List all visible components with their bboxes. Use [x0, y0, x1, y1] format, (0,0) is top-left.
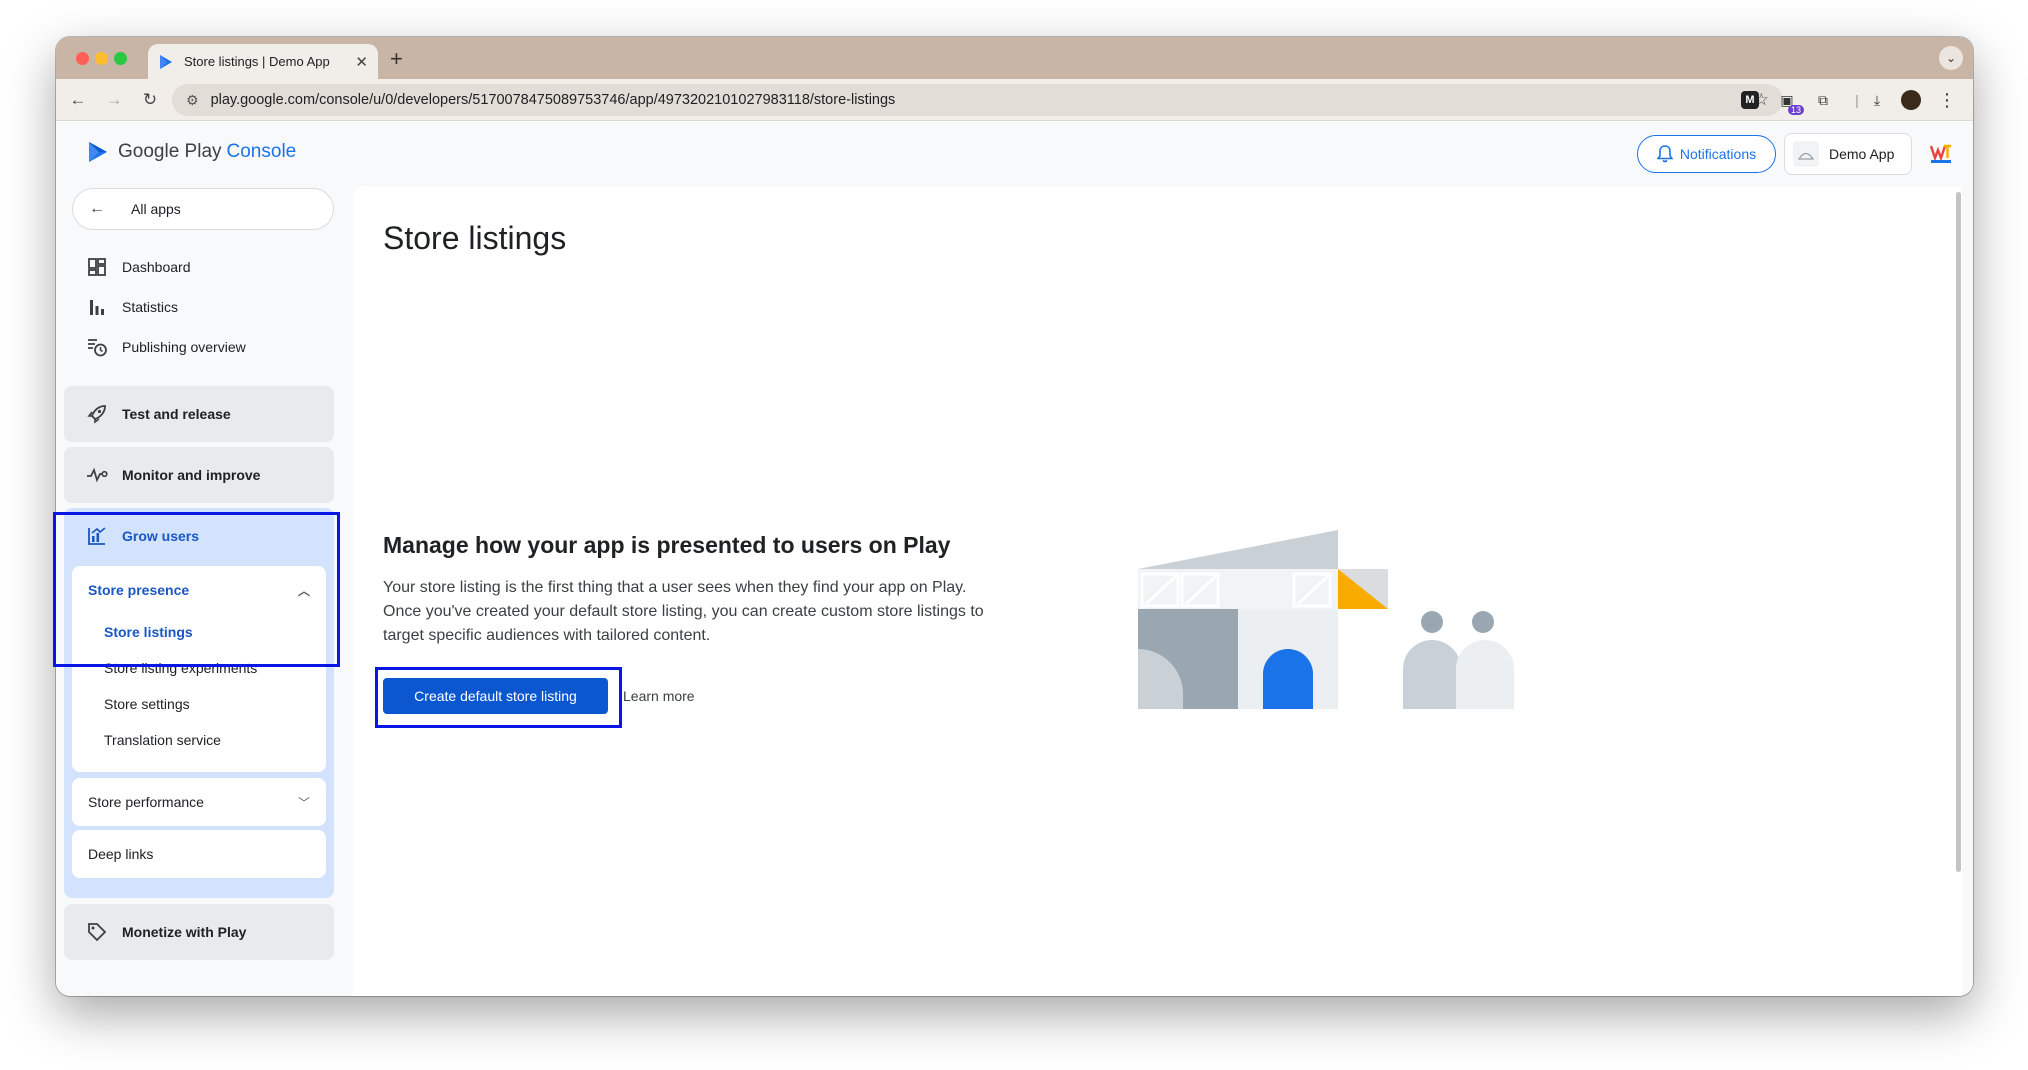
console-header: Google Play Console Notifications Demo Ap…: [56, 122, 1973, 186]
play-console-favicon-icon: [160, 54, 172, 69]
maximize-window-button[interactable]: [114, 52, 127, 65]
highlight-create-listing-box: [375, 667, 622, 728]
chevron-down-icon: ﹀: [297, 795, 310, 810]
publishing-clock-icon: [86, 336, 108, 358]
arrow-left-icon: ←: [89, 200, 105, 217]
tab-bar: Store listings | Demo App ✕ + ⌄: [56, 37, 1973, 79]
tab-search-icon[interactable]: ⌄: [1939, 46, 1963, 70]
close-window-button[interactable]: [76, 52, 89, 65]
profile-avatar[interactable]: [1901, 90, 1921, 110]
learn-more-link[interactable]: Learn more: [623, 688, 695, 704]
browser-toolbar: ← → ↻ ⚙ play.google.com/console/u/0/deve…: [56, 79, 1973, 121]
store-performance-group[interactable]: Store performance ﹀: [72, 778, 326, 826]
monetize-label: Monetize with Play: [122, 924, 247, 940]
browser-window: Store listings | Demo App ✕ + ⌄ ← → ↻ ⚙ …: [56, 37, 1973, 996]
tab-close-icon[interactable]: ✕: [355, 53, 368, 71]
monitor-label: Monitor and improve: [122, 467, 261, 483]
extensions-puzzle-icon[interactable]: ⧉: [1812, 89, 1834, 111]
all-apps-button[interactable]: ← All apps: [72, 188, 334, 230]
tab-title: Store listings | Demo App: [184, 54, 330, 69]
empty-state-heading: Manage how your app is presented to user…: [383, 532, 951, 558]
url-text: play.google.com/console/u/0/developers/5…: [210, 92, 896, 108]
medium-extension-icon[interactable]: M: [1741, 91, 1759, 109]
store-performance-label: Store performance: [88, 794, 204, 810]
deep-links-link[interactable]: Deep links: [72, 830, 326, 878]
play-logo-icon: [89, 142, 107, 162]
deep-links-item[interactable]: Deep links: [72, 830, 326, 878]
sidebar-item-statistics[interactable]: Statistics: [86, 292, 178, 322]
store-performance-toggle[interactable]: Store performance ﹀: [72, 778, 326, 826]
tag-icon: [86, 921, 108, 943]
sidebar-section-monitor[interactable]: Monitor and improve: [64, 447, 334, 503]
test-release-header[interactable]: Test and release: [64, 386, 334, 442]
address-bar[interactable]: ⚙ play.google.com/console/u/0/developers…: [172, 84, 1783, 116]
all-apps-label: All apps: [131, 201, 181, 217]
site-settings-icon[interactable]: ⚙: [186, 92, 199, 109]
new-tab-icon[interactable]: +: [390, 46, 403, 72]
sidebar-section-test-release[interactable]: Test and release: [64, 386, 334, 442]
app-switcher[interactable]: Demo App: [1784, 133, 1912, 175]
statistics-label: Statistics: [122, 299, 179, 315]
sidebar-section-monetize[interactable]: Monetize with Play: [64, 904, 334, 960]
scrollbar-thumb[interactable]: [1956, 192, 1961, 872]
page-title: Store listings: [383, 220, 567, 256]
browser-tab[interactable]: Store listings | Demo App ✕: [148, 44, 378, 79]
more-menu-icon[interactable]: ⋮: [1936, 89, 1958, 111]
highlight-grow-users-box: [53, 512, 340, 667]
vitals-icon: [86, 464, 108, 486]
app-name: Demo App: [1829, 146, 1895, 162]
store-illustration: [1138, 530, 1514, 709]
monetize-header[interactable]: Monetize with Play: [64, 904, 334, 960]
rocket-icon: [86, 403, 108, 425]
page-scrollbar[interactable]: [1954, 186, 1962, 996]
bar-chart-icon: [86, 296, 108, 318]
minimize-window-button[interactable]: [95, 52, 108, 65]
dashboard-icon: [86, 256, 108, 278]
sidebar-item-publishing-overview[interactable]: Publishing overview: [86, 332, 246, 362]
extension-badge: 13: [1787, 105, 1804, 115]
download-icon[interactable]: ⤓: [1866, 89, 1888, 111]
back-icon[interactable]: ←: [66, 88, 90, 112]
forward-icon[interactable]: →: [102, 88, 126, 112]
monitor-header[interactable]: Monitor and improve: [64, 447, 334, 503]
notifications-label: Notifications: [1679, 146, 1757, 162]
bell-icon: [1656, 145, 1673, 163]
deep-links-label: Deep links: [88, 846, 154, 862]
publishing-overview-label: Publishing overview: [122, 339, 246, 355]
android-app-icon: [1793, 141, 1819, 167]
logo-text: Google Play Console: [118, 141, 297, 162]
account-logo-icon[interactable]: [1930, 144, 1952, 164]
test-release-label: Test and release: [122, 406, 231, 422]
calendar-extension-icon[interactable]: ▣ 13: [1776, 89, 1804, 115]
reload-icon[interactable]: ↻: [138, 88, 162, 112]
main-content: Store listings Manage how your app is pr…: [353, 186, 1962, 996]
sidebar-item-dashboard[interactable]: Dashboard: [86, 252, 191, 282]
google-play-console-logo[interactable]: Google Play Console: [86, 140, 296, 164]
sidebar-item-store-settings[interactable]: Store settings: [72, 686, 326, 722]
notifications-button[interactable]: Notifications: [1637, 135, 1776, 173]
dashboard-label: Dashboard: [122, 259, 191, 275]
toolbar-divider: |: [1855, 92, 1859, 108]
console-page: Google Play Console Notifications Demo Ap…: [56, 122, 1973, 996]
empty-state-description: Your store listing is the first thing th…: [383, 579, 984, 644]
sidebar-item-translation-service[interactable]: Translation service: [72, 722, 326, 758]
